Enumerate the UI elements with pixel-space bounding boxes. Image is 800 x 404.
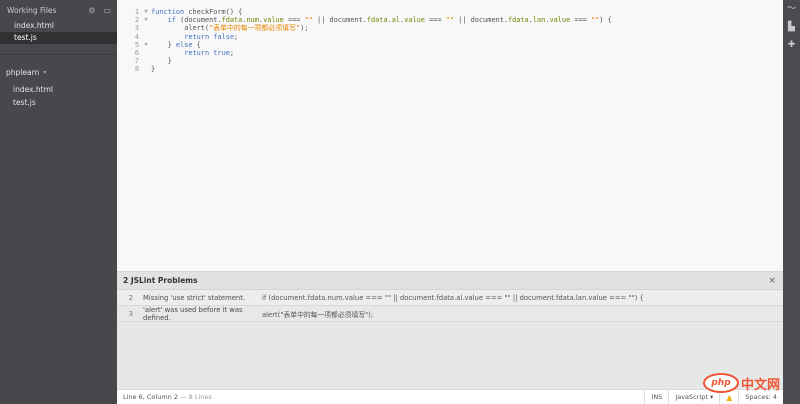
- problems-title: 2 JSLint Problems: [123, 276, 198, 285]
- line-number: 5: [134, 40, 139, 49]
- problem-code: alert("表单中的每一项都必须填写");: [262, 310, 374, 319]
- php-logo: php: [703, 373, 739, 393]
- cursor-position: Line 6, Column 2 — 8 Lines: [117, 393, 644, 401]
- line-number: 2: [134, 16, 139, 25]
- right-toolbar: 〜 ▙ ✚: [783, 0, 800, 404]
- problem-code: if (document.fdata.num.value === "" || d…: [262, 293, 644, 302]
- working-files-title: Working Files: [7, 5, 57, 15]
- jslint-problems-panel: 2 JSLint Problems × 2 Missing 'use stric…: [117, 271, 783, 389]
- code-line: 1 ▼ function checkForm() {: [117, 8, 783, 16]
- problem-row[interactable]: 2 Missing 'use strict' statement. if (do…: [117, 290, 783, 306]
- split-view-icon[interactable]: ▭: [103, 6, 111, 15]
- code-line: 8}: [117, 65, 783, 73]
- code-line: 7 }: [117, 57, 783, 65]
- sidebar: Working Files ⚙ ▭ index.html test.js php…: [0, 0, 117, 404]
- line-number: 1: [134, 8, 139, 16]
- language-label: JavaScript: [675, 393, 708, 401]
- live-preview-icon[interactable]: 〜: [783, 0, 800, 18]
- fold-arrow-icon[interactable]: ▼: [141, 41, 151, 49]
- line-count: — 8 Lines: [180, 393, 212, 401]
- code-line: 3 alert("表单中的每一项都必须填写");: [117, 24, 783, 32]
- working-file-index-html[interactable]: index.html: [0, 20, 117, 32]
- problems-header: 2 JSLint Problems ×: [117, 272, 783, 290]
- status-bar: Line 6, Column 2 — 8 Lines INS JavaScrip…: [117, 389, 783, 404]
- project-name: phplearn: [6, 67, 40, 77]
- tree-item-test-js[interactable]: test.js: [0, 96, 117, 109]
- problem-message: Missing 'use strict' statement.: [143, 293, 246, 302]
- line-number: 3: [134, 24, 139, 33]
- line-number: 6: [134, 48, 139, 57]
- cursor-position-text: Line 6, Column 2: [123, 393, 178, 401]
- code-line: 4 return false;: [117, 33, 783, 41]
- chevron-down-icon: ▾: [43, 68, 47, 76]
- working-file-test-js[interactable]: test.js: [0, 32, 117, 44]
- line-number: 4: [134, 32, 139, 41]
- project-dropdown[interactable]: phplearn ▾: [0, 61, 117, 83]
- divider: [0, 54, 117, 55]
- problem-row[interactable]: 3 'alert' was used before it was defined…: [117, 306, 783, 322]
- code-editor[interactable]: 1 ▼ function checkForm() { 2 ▼ if (document…: [117, 0, 783, 271]
- gear-icon[interactable]: ⚙: [88, 6, 95, 15]
- close-icon[interactable]: ×: [768, 276, 776, 286]
- line-number: 8: [134, 65, 139, 74]
- chevron-down-icon: ▾: [709, 393, 714, 401]
- extension-manager-icon[interactable]: ▙: [783, 18, 800, 36]
- problem-line: 3: [128, 309, 133, 318]
- code-line: 6 return true;: [117, 49, 783, 57]
- insert-mode-toggle[interactable]: INS: [644, 390, 668, 404]
- problem-message: 'alert' was used before it was defined.: [143, 305, 243, 322]
- line-number: 7: [134, 57, 139, 66]
- fold-arrow-icon[interactable]: ▼: [141, 16, 151, 24]
- php-cn-watermark: php 中文网: [703, 373, 780, 393]
- extension-icon[interactable]: ✚: [783, 36, 800, 54]
- code-line: 5 ▼ } else {: [117, 41, 783, 49]
- tree-item-index-html[interactable]: index.html: [0, 83, 117, 96]
- watermark-text: 中文网: [741, 377, 781, 393]
- working-files-header: Working Files ⚙ ▭: [0, 0, 117, 20]
- fold-arrow-icon[interactable]: ▼: [141, 8, 151, 16]
- problem-line: 2: [128, 293, 133, 302]
